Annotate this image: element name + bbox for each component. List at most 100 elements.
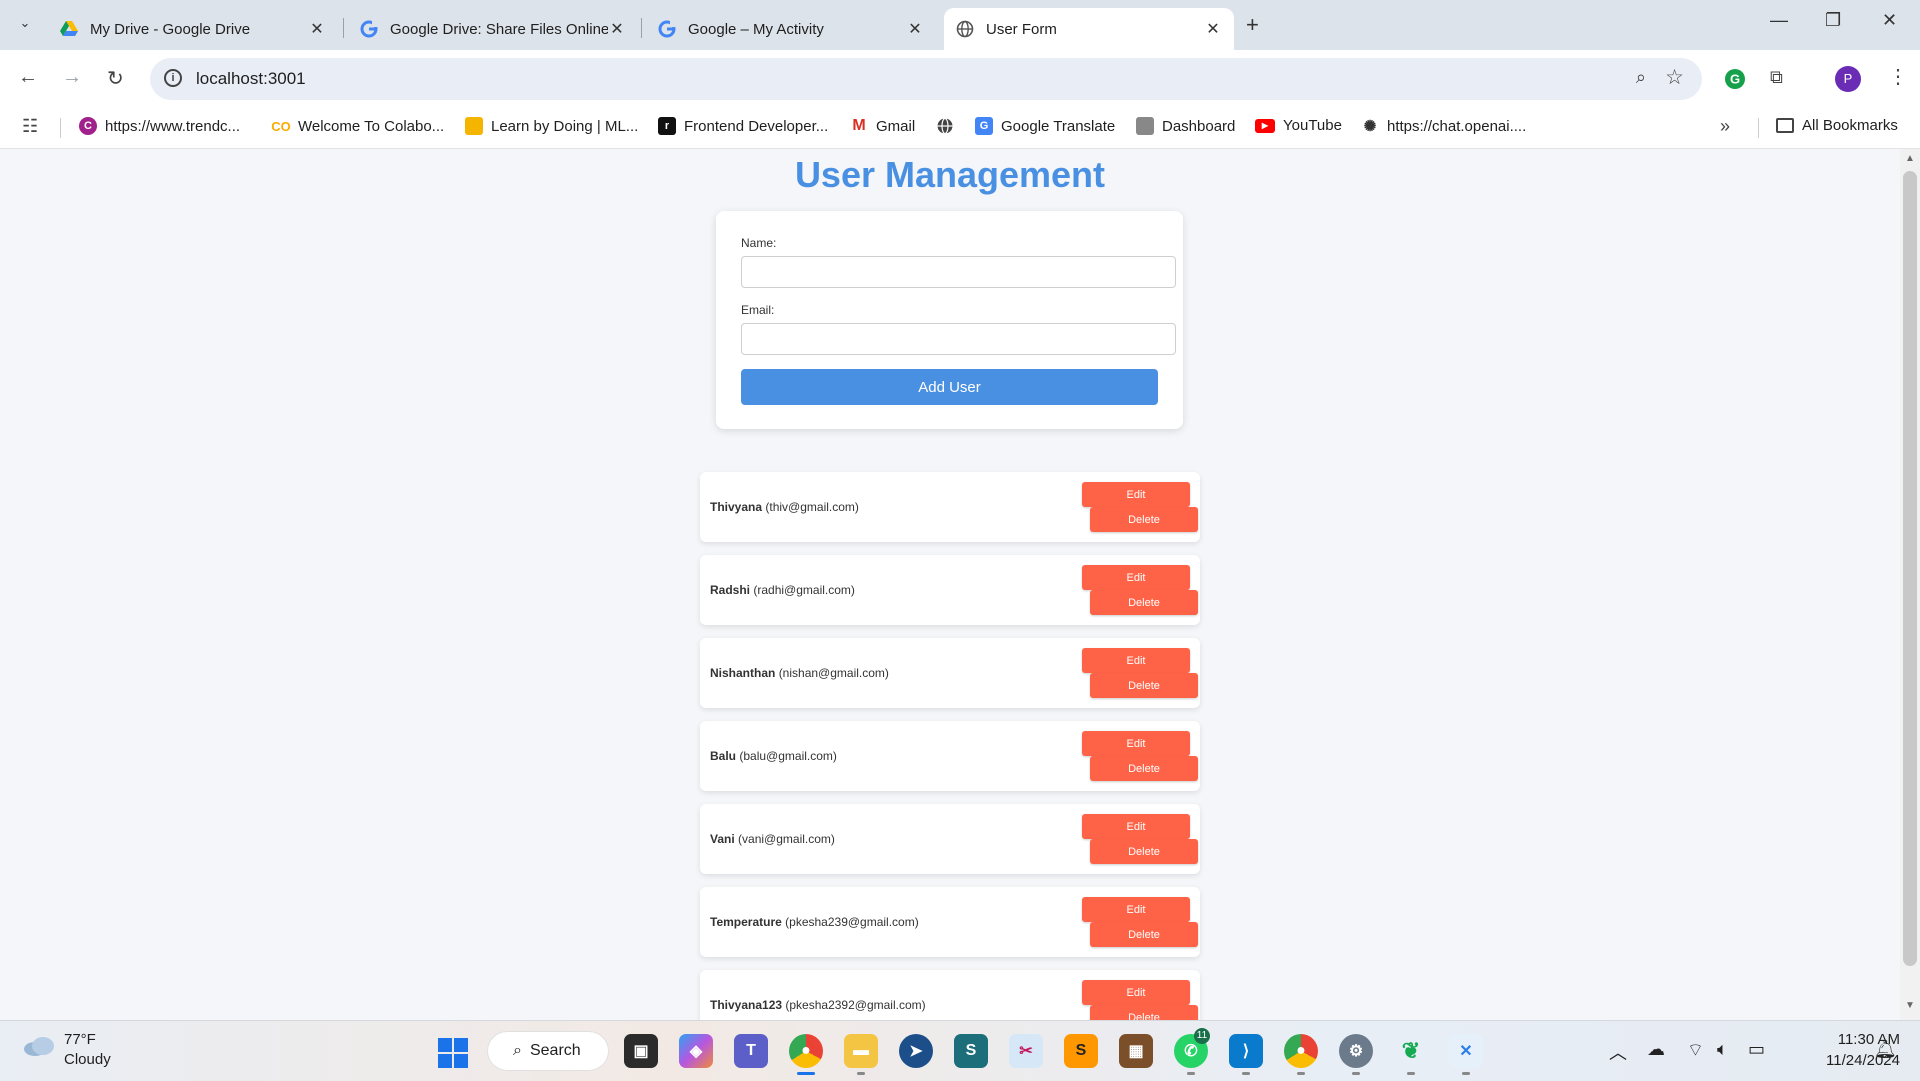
bookmark-trendc[interactable]: C https://www.trendc...	[79, 117, 240, 135]
bookmark-dashboard[interactable]: Dashboard	[1136, 117, 1235, 135]
close-icon[interactable]: ✕	[308, 19, 326, 39]
delete-button[interactable]: Delete	[1090, 839, 1198, 864]
window-close-icon[interactable]: ✕	[1882, 10, 1897, 31]
edit-button[interactable]: Edit	[1082, 980, 1190, 1005]
edit-button[interactable]: Edit	[1082, 731, 1190, 756]
scroll-down-arrow-icon[interactable]: ▼	[1905, 1000, 1915, 1011]
user-name: Vani	[710, 832, 735, 846]
reload-icon[interactable]: ↻	[107, 66, 124, 91]
menu-kebab-icon[interactable]: ⋮	[1888, 64, 1908, 89]
sublime-s-icon[interactable]: S	[954, 1034, 988, 1068]
scrollbar-thumb[interactable]	[1903, 171, 1917, 966]
wifi-icon[interactable]: ⌔	[1687, 1039, 1704, 1062]
add-user-button[interactable]: Add User	[741, 369, 1158, 405]
edit-button[interactable]: Edit	[1082, 897, 1190, 922]
delete-button[interactable]: Delete	[1090, 507, 1198, 532]
battery-icon[interactable]: ▭	[1748, 1039, 1765, 1060]
bookmark-learn-by-doing[interactable]: Learn by Doing | ML...	[465, 117, 638, 135]
name-input[interactable]	[741, 256, 1176, 288]
task-view-icon[interactable]: ▣	[624, 1034, 658, 1068]
openai-icon: ✺	[1363, 118, 1377, 135]
show-hidden-icons-chevron-icon[interactable]: ︿	[1609, 1039, 1627, 1065]
chrome-icon[interactable]: ●	[789, 1034, 823, 1068]
tab-title: User Form	[986, 20, 1057, 38]
snipping-tool-icon[interactable]: ✂	[1009, 1034, 1043, 1068]
tab-search-button[interactable]: ⌄	[10, 8, 40, 38]
email-input[interactable]	[741, 323, 1176, 355]
file-explorer-icon[interactable]: ▬	[844, 1034, 878, 1068]
bookmark-colab[interactable]: CO Welcome To Colabo...	[271, 117, 445, 135]
delete-button[interactable]: Delete	[1090, 922, 1198, 947]
running-indicator	[1462, 1072, 1470, 1075]
delete-button[interactable]: Delete	[1090, 673, 1198, 698]
youtube-icon: ▶	[1255, 118, 1275, 133]
photos-app-icon[interactable]: ▦	[1119, 1034, 1153, 1068]
delete-button[interactable]: Delete	[1090, 756, 1198, 781]
site-info-icon[interactable]: i	[164, 69, 182, 87]
page-scrollbar[interactable]: ▲ ▼	[1900, 149, 1920, 1020]
new-tab-plus-icon[interactable]: +	[1246, 12, 1259, 38]
bookmark-globe[interactable]	[936, 117, 954, 135]
tab-title: Google Drive: Share Files Online	[390, 20, 608, 38]
docker-icon[interactable]: ✕	[1449, 1034, 1483, 1068]
sublime-text-icon[interactable]: S	[1064, 1034, 1098, 1068]
user-list-item: Temperature (pkesha239@gmail.com) Edit D…	[700, 887, 1200, 957]
copilot-icon[interactable]: ◈	[679, 1034, 713, 1068]
volume-icon[interactable]: 🔈︎	[1717, 1039, 1728, 1060]
tab-google-drive[interactable]: My Drive - Google Drive ✕	[48, 8, 338, 50]
address-url[interactable]: localhost:3001	[196, 69, 306, 89]
tab-my-activity[interactable]: Google – My Activity ✕	[646, 8, 936, 50]
edit-button[interactable]: Edit	[1082, 565, 1190, 590]
weather-condition[interactable]: Cloudy	[64, 1051, 111, 1068]
tab-google-drive-share[interactable]: Google Drive: Share Files Online ✕	[348, 8, 638, 50]
user-info: Temperature (pkesha239@gmail.com)	[710, 915, 919, 929]
edit-button[interactable]: Edit	[1082, 814, 1190, 839]
grammarly-extension-icon[interactable]: G	[1724, 68, 1746, 90]
restore-icon[interactable]: ❐	[1825, 10, 1841, 31]
delete-button[interactable]: Delete	[1090, 590, 1198, 615]
teams-icon[interactable]: T	[734, 1034, 768, 1068]
more-bookmarks-chevron-icon[interactable]: »	[1720, 116, 1730, 137]
cloudy-weather-icon[interactable]	[22, 1035, 56, 1057]
notification-bell-icon[interactable]: 🔔︎	[1874, 1039, 1897, 1060]
address-bar[interactable]: i localhost:3001 ⌕ ☆	[150, 58, 1702, 100]
zoom-icon[interactable]: ⌕	[1636, 67, 1646, 88]
weather-temperature[interactable]: 77°F	[64, 1031, 96, 1048]
bookmark-google-translate[interactable]: G Google Translate	[975, 117, 1115, 135]
scroll-up-arrow-icon[interactable]: ▲	[1905, 153, 1915, 164]
bookmark-youtube[interactable]: ▶ YouTube	[1255, 117, 1342, 134]
back-arrow-icon[interactable]: ←	[18, 66, 38, 89]
bookmark-star-icon[interactable]: ☆	[1665, 65, 1684, 90]
close-icon[interactable]: ✕	[1204, 19, 1222, 39]
bookmark-frontend-developer[interactable]: r Frontend Developer...	[658, 117, 828, 135]
extensions-puzzle-icon[interactable]: ⧉	[1770, 67, 1783, 88]
forward-arrow-icon[interactable]: →	[62, 66, 82, 89]
page-title: User Management	[794, 154, 1106, 195]
edit-button[interactable]: Edit	[1082, 648, 1190, 673]
close-icon[interactable]: ✕	[608, 19, 626, 39]
bookmark-gmail[interactable]: M Gmail	[850, 117, 915, 135]
tab-user-form[interactable]: User Form ✕	[944, 8, 1234, 50]
user-list-item: Thivyana (thiv@gmail.com) Edit Delete	[700, 472, 1200, 542]
bookmark-chat-openai[interactable]: ✺ https://chat.openai....	[1361, 117, 1527, 136]
onedrive-cloud-icon[interactable]: ☁	[1647, 1039, 1665, 1060]
windows-start-icon[interactable]	[438, 1038, 468, 1068]
minimize-icon[interactable]: —	[1770, 10, 1788, 31]
apps-grid-icon[interactable]: ☷	[22, 116, 38, 137]
bookmark-label: https://www.trendc...	[105, 117, 241, 135]
chrome-profile-icon[interactable]: ●	[1284, 1034, 1318, 1068]
user-email: (radhi@gmail.com)	[753, 583, 855, 597]
settings-gear-icon[interactable]: ⚙	[1339, 1034, 1373, 1068]
mongodb-leaf-icon[interactable]: ❦	[1394, 1034, 1428, 1068]
taskbar-search-box[interactable]: ⌕ Search	[487, 1031, 609, 1071]
bookmark-divider	[1758, 118, 1759, 138]
mail-app-icon[interactable]: ➤	[899, 1034, 933, 1068]
delete-button[interactable]: Delete	[1090, 1005, 1198, 1020]
edit-button[interactable]: Edit	[1082, 482, 1190, 507]
bookmark-label: Welcome To Colabo...	[298, 117, 445, 135]
vscode-icon[interactable]: ⟩	[1229, 1034, 1263, 1068]
all-bookmarks-folder[interactable]: All Bookmarks	[1776, 117, 1898, 134]
page-viewport: User Management Name: Email: Add User Th…	[0, 149, 1900, 1020]
close-icon[interactable]: ✕	[906, 19, 924, 39]
profile-avatar[interactable]: P	[1835, 66, 1861, 92]
